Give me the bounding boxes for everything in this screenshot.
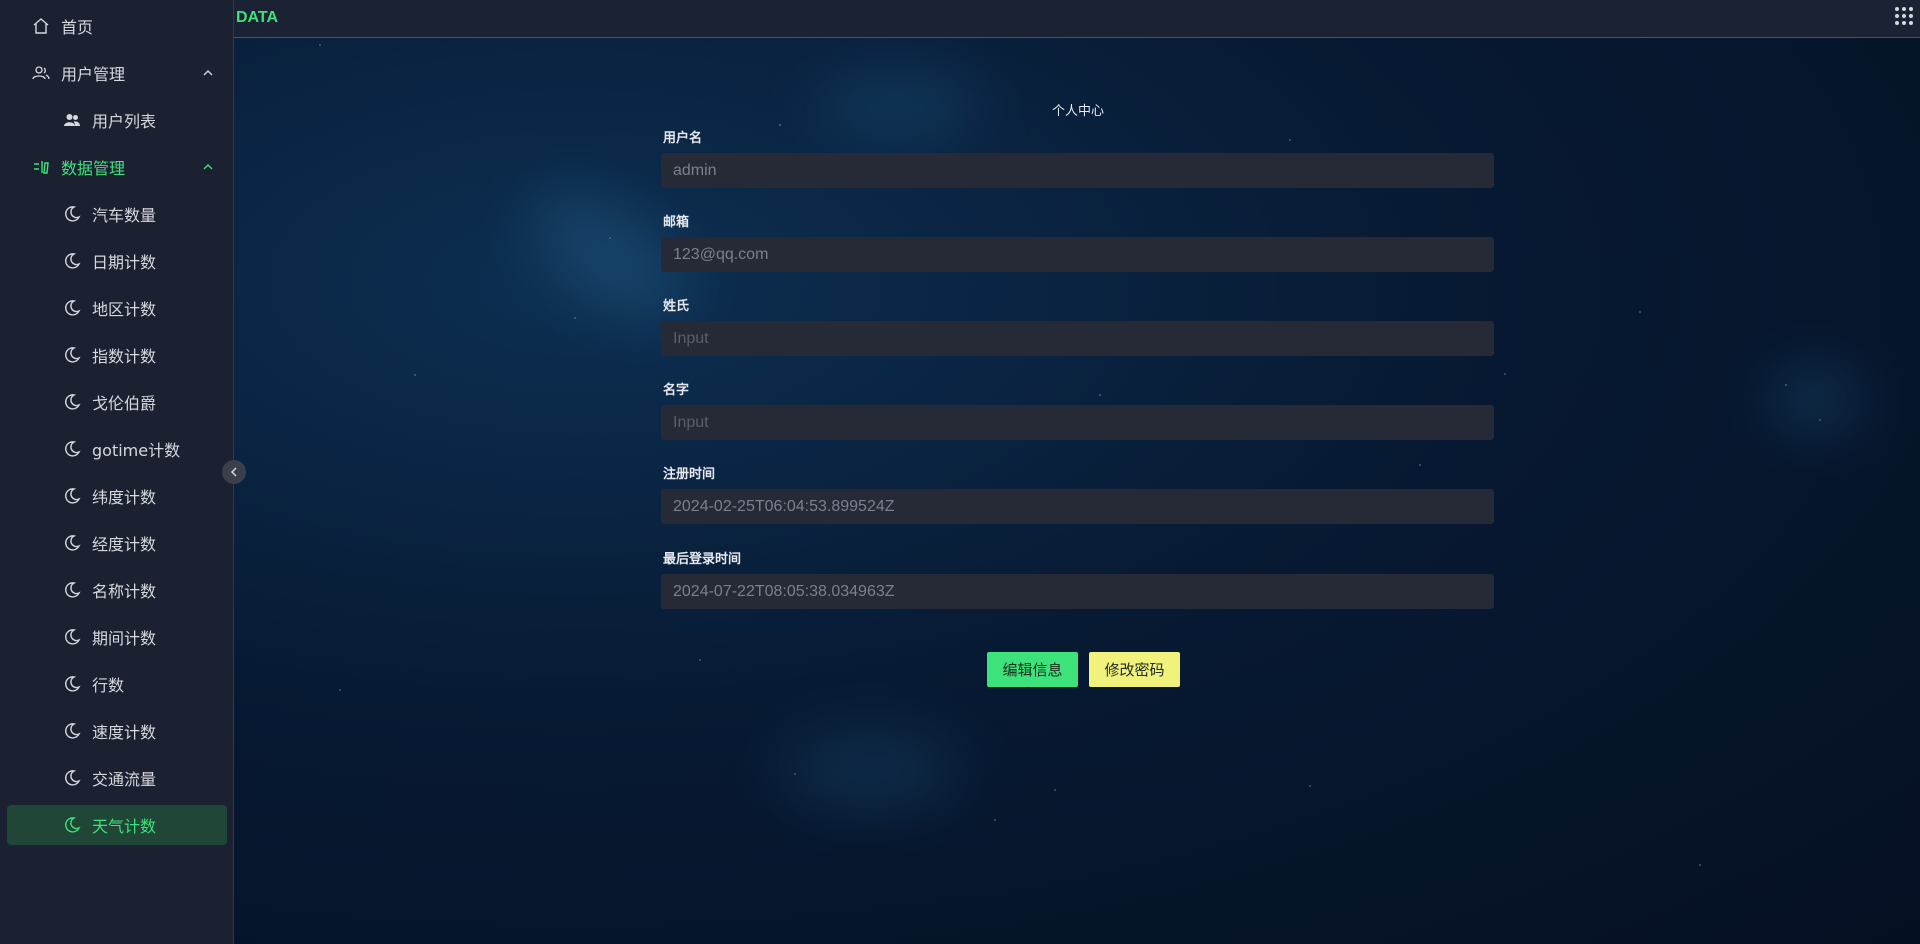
sidebar-item-label: 纬度计数: [92, 488, 157, 507]
last-name-field[interactable]: [661, 321, 1494, 356]
nebula-decoration: [780, 730, 960, 810]
home-icon: [31, 16, 51, 36]
top-header: DATA: [234, 0, 1920, 38]
moon-icon: [62, 533, 82, 553]
email-field[interactable]: [661, 237, 1494, 272]
sidebar-item-data-4[interactable]: 戈伦伯爵: [7, 382, 227, 422]
sidebar-item-label: gotime计数: [92, 441, 181, 460]
users-outline-icon: [31, 63, 51, 83]
sidebar-item-label: 地区计数: [92, 300, 157, 319]
sidebar-item-label: 期间计数: [92, 629, 157, 648]
register-time-label: 注册时间: [663, 467, 716, 482]
sidebar-item-label: 用户列表: [92, 112, 157, 131]
moon-icon: [62, 345, 82, 365]
apps-grid-icon[interactable]: [1894, 6, 1914, 26]
sidebar: 首页 用户管理 用户列表 数据管理 汽车数量日期计数地区计数指数计数戈伦伯爵 go…: [0, 0, 234, 944]
edit-info-button[interactable]: 编辑信息: [987, 652, 1078, 687]
sidebar-item-label: 交通流量: [92, 770, 157, 789]
sidebar-item-user-list[interactable]: 用户列表: [7, 100, 227, 140]
sidebar-item-data-6[interactable]: 纬度计数: [7, 476, 227, 516]
chevron-left-icon: [230, 467, 237, 477]
change-password-button[interactable]: 修改密码: [1089, 652, 1180, 687]
sidebar-item-data-0[interactable]: 汽车数量: [7, 194, 227, 234]
sidebar-item-label: 行数: [92, 676, 125, 695]
username-field[interactable]: [661, 153, 1494, 188]
sidebar-item-data-2[interactable]: 地区计数: [7, 288, 227, 328]
sidebar-item-label: 名称计数: [92, 582, 157, 601]
moon-icon: [62, 439, 82, 459]
sidebar-item-label: 首页: [61, 18, 94, 37]
sidebar-item-data-13[interactable]: 天气计数: [7, 805, 227, 845]
sidebar-item-label: 戈伦伯爵: [92, 394, 157, 413]
sidebar-collapse-button[interactable]: [222, 460, 246, 484]
moon-icon: [62, 486, 82, 506]
moon-icon: [62, 204, 82, 224]
sidebar-item-label: 天气计数: [92, 817, 157, 836]
moon-icon: [62, 674, 82, 694]
users-filled-icon: [62, 110, 82, 130]
moon-icon: [62, 768, 82, 788]
sidebar-item-label: 用户管理: [61, 65, 126, 84]
sidebar-item-home[interactable]: 首页: [7, 6, 227, 46]
first-name-label: 名字: [663, 383, 690, 398]
starfield-background: [0, 0, 1920, 944]
sidebar-item-label: 汽车数量: [92, 206, 157, 225]
nebula-decoration: [1770, 370, 1860, 430]
moon-icon: [62, 815, 82, 835]
sidebar-item-data-1[interactable]: 日期计数: [7, 241, 227, 281]
moon-icon: [62, 580, 82, 600]
email-label: 邮箱: [663, 215, 690, 230]
first-name-field[interactable]: [661, 405, 1494, 440]
nebula-decoration: [820, 70, 980, 140]
sidebar-item-label: 数据管理: [61, 159, 126, 178]
sidebar-item-data-10[interactable]: 行数: [7, 664, 227, 704]
sidebar-item-data-11[interactable]: 速度计数: [7, 711, 227, 751]
last-login-label: 最后登录时间: [663, 552, 742, 567]
sidebar-item-data-5[interactable]: gotime计数: [7, 429, 227, 469]
moon-icon: [62, 251, 82, 271]
register-time-field[interactable]: [661, 489, 1494, 524]
username-label: 用户名: [663, 131, 703, 146]
page-title: 个人中心: [1051, 104, 1104, 119]
moon-icon: [62, 392, 82, 412]
moon-icon: [62, 721, 82, 741]
sidebar-item-label: 速度计数: [92, 723, 157, 742]
sidebar-item-label: 经度计数: [92, 535, 157, 554]
moon-icon: [62, 298, 82, 318]
sidebar-item-data-7[interactable]: 经度计数: [7, 523, 227, 563]
sidebar-item-label: 指数计数: [92, 347, 157, 366]
data-management-icon: [31, 157, 51, 177]
sidebar-item-data-12[interactable]: 交通流量: [7, 758, 227, 798]
moon-icon: [62, 627, 82, 647]
sidebar-item-data-8[interactable]: 名称计数: [7, 570, 227, 610]
brand-logo: DATA: [236, 9, 279, 26]
chevron-up-icon: [203, 164, 213, 170]
sidebar-group-user-management[interactable]: 用户管理: [7, 53, 227, 93]
sidebar-item-label: 日期计数: [92, 253, 157, 272]
last-login-field[interactable]: [661, 574, 1494, 609]
sidebar-item-data-3[interactable]: 指数计数: [7, 335, 227, 375]
sidebar-group-data-management[interactable]: 数据管理: [7, 147, 227, 187]
chevron-up-icon: [203, 70, 213, 76]
last-name-label: 姓氏: [663, 299, 690, 314]
sidebar-item-data-9[interactable]: 期间计数: [7, 617, 227, 657]
